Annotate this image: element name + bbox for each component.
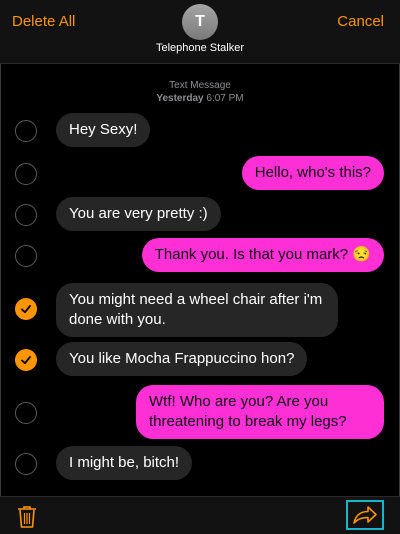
timestamp-time: 6:07 PM xyxy=(206,93,244,104)
conversation-header: Delete All T Telephone Stalker Cancel xyxy=(0,0,400,64)
incoming-bubble[interactable]: You might need a wheel chair after i'm d… xyxy=(56,283,338,337)
select-circle[interactable] xyxy=(15,402,37,424)
timestamp-line: Yesterday 6:07 PM xyxy=(0,92,400,105)
thread-timestamp: Text Message Yesterday 6:07 PM xyxy=(0,79,400,105)
select-circle[interactable] xyxy=(15,204,37,226)
timestamp-day: Yesterday xyxy=(156,93,204,104)
select-circle[interactable] xyxy=(15,120,37,142)
incoming-bubble[interactable]: Hey Sexy! xyxy=(56,113,151,147)
forward-share-icon[interactable] xyxy=(346,500,384,530)
select-circle-checked[interactable] xyxy=(15,298,37,320)
outgoing-bubble[interactable]: Wtf! Who are you? Are you threatening to… xyxy=(136,385,384,439)
select-circle-checked[interactable] xyxy=(15,349,37,371)
checkmark-icon xyxy=(21,305,31,314)
avatar[interactable]: T xyxy=(182,4,218,40)
trash-icon[interactable] xyxy=(16,505,38,534)
select-circle[interactable] xyxy=(15,245,37,267)
incoming-bubble[interactable]: I might be, bitch! xyxy=(56,446,193,480)
outgoing-bubble[interactable]: Thank you. Is that you mark? 😒 xyxy=(141,238,384,272)
service-label: Text Message xyxy=(169,80,231,91)
selection-toolbar xyxy=(0,496,400,534)
delete-all-button[interactable]: Delete All xyxy=(12,13,75,30)
cancel-button[interactable]: Cancel xyxy=(337,13,384,30)
select-circle[interactable] xyxy=(15,453,37,475)
outgoing-bubble[interactable]: Hello, who's this? xyxy=(241,156,384,190)
incoming-bubble[interactable]: You like Mocha Frappuccino hon? xyxy=(56,342,308,376)
checkmark-icon xyxy=(21,356,31,365)
contact-name[interactable]: Telephone Stalker xyxy=(0,42,400,54)
select-circle[interactable] xyxy=(15,163,37,185)
incoming-bubble[interactable]: You are very pretty :) xyxy=(56,197,221,231)
